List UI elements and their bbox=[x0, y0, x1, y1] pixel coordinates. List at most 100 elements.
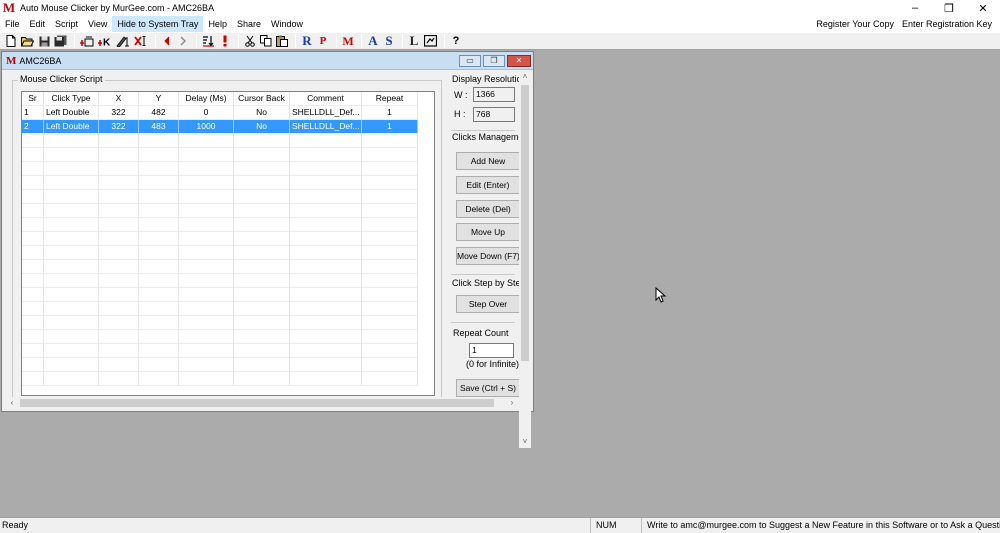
copy-icon[interactable] bbox=[259, 34, 273, 48]
alert-icon[interactable] bbox=[218, 34, 232, 48]
horizontal-scrollbar[interactable]: ‹ › bbox=[6, 397, 521, 409]
menu-enter-registration-key[interactable]: Enter Registration Key bbox=[898, 16, 996, 32]
menu-hide-to-system-tray[interactable]: Hide to System Tray bbox=[112, 16, 204, 32]
column-header-cursor-back[interactable]: Cursor Back bbox=[234, 92, 290, 106]
empty-cell bbox=[22, 232, 44, 246]
cell-comment: SHELLDLL_Def... bbox=[290, 120, 362, 134]
empty-cell bbox=[179, 288, 234, 302]
column-header-x[interactable]: X bbox=[99, 92, 139, 106]
menu-register-your-copy[interactable]: Register Your Copy bbox=[812, 16, 898, 32]
menu-help[interactable]: Help bbox=[203, 16, 232, 32]
add-new-button[interactable]: Add New bbox=[456, 152, 520, 170]
minimize-button[interactable]: – bbox=[898, 0, 932, 16]
empty-cell bbox=[22, 358, 44, 372]
child-restore-button[interactable]: ❐ bbox=[483, 55, 505, 67]
empty-cell bbox=[99, 288, 139, 302]
column-header-sr[interactable]: Sr bbox=[22, 92, 44, 106]
empty-cell bbox=[44, 190, 99, 204]
empty-cell bbox=[139, 176, 179, 190]
empty-table-row bbox=[22, 162, 434, 176]
empty-cell bbox=[99, 260, 139, 274]
scroll-left-icon[interactable]: ‹ bbox=[6, 397, 18, 409]
screen-icon[interactable] bbox=[423, 34, 438, 48]
a-icon[interactable]: A bbox=[366, 34, 380, 48]
empty-cell bbox=[22, 134, 44, 148]
empty-cell bbox=[99, 316, 139, 330]
l-icon[interactable]: L bbox=[407, 34, 421, 48]
empty-cell bbox=[234, 302, 290, 316]
paste-icon[interactable] bbox=[275, 34, 289, 48]
edit-button[interactable]: Edit (Enter) bbox=[456, 176, 520, 194]
empty-cell bbox=[99, 204, 139, 218]
menu-file[interactable]: File bbox=[0, 16, 25, 32]
delete-icon[interactable] bbox=[133, 34, 149, 48]
move-down-button[interactable]: Move Down (F7) bbox=[456, 247, 520, 265]
empty-cell bbox=[234, 316, 290, 330]
empty-cell bbox=[290, 330, 362, 344]
horizontal-scroll-thumb[interactable] bbox=[20, 399, 494, 407]
empty-cell bbox=[290, 232, 362, 246]
svg-text:K: K bbox=[103, 38, 111, 48]
move-up-button[interactable]: Move Up bbox=[456, 223, 520, 241]
empty-cell bbox=[290, 344, 362, 358]
vertical-scrollbar[interactable]: ˄ ˅ bbox=[519, 71, 531, 448]
repeat-count-field[interactable]: 1 bbox=[469, 343, 514, 358]
scroll-right-icon[interactable]: › bbox=[506, 397, 518, 409]
empty-cell bbox=[290, 134, 362, 148]
previous-icon[interactable] bbox=[160, 34, 174, 48]
new-file-icon[interactable] bbox=[4, 34, 18, 48]
p-icon[interactable]: P bbox=[316, 34, 330, 48]
empty-cell bbox=[139, 372, 179, 386]
m-icon[interactable]: M bbox=[341, 34, 355, 48]
empty-cell bbox=[139, 288, 179, 302]
empty-cell bbox=[234, 274, 290, 288]
empty-cell bbox=[362, 134, 418, 148]
sort-icon[interactable] bbox=[201, 34, 216, 48]
column-header-comment[interactable]: Comment bbox=[290, 92, 362, 106]
empty-cell bbox=[179, 358, 234, 372]
menu-edit[interactable]: Edit bbox=[25, 16, 51, 32]
width-field[interactable]: 1366 bbox=[473, 87, 515, 102]
s-icon[interactable]: S bbox=[382, 34, 396, 48]
menu-share[interactable]: Share bbox=[232, 16, 266, 32]
r-icon[interactable]: R bbox=[300, 34, 314, 48]
script-window: M AMC26BA ▭ ❐ ✕ Mouse Clicker Script Sr … bbox=[1, 51, 534, 448]
column-header-delay[interactable]: Delay (Ms) bbox=[179, 92, 234, 106]
child-minimize-button[interactable]: ▭ bbox=[459, 55, 481, 67]
empty-table-row bbox=[22, 302, 434, 316]
table-row-selected[interactable]: 2 Left Double 322 483 1000 No SHELLDLL_D… bbox=[22, 120, 434, 134]
menu-window[interactable]: Window bbox=[266, 16, 308, 32]
save-all-icon[interactable] bbox=[53, 34, 68, 48]
save-button[interactable]: Save (Ctrl + S) bbox=[456, 379, 520, 397]
empty-cell bbox=[179, 330, 234, 344]
menu-script[interactable]: Script bbox=[50, 16, 83, 32]
cut-icon[interactable] bbox=[243, 34, 257, 48]
height-field[interactable]: 768 bbox=[473, 107, 515, 122]
empty-cell bbox=[139, 162, 179, 176]
close-button[interactable]: ✕ bbox=[966, 0, 1000, 16]
add-key-icon[interactable]: K bbox=[97, 34, 113, 48]
empty-cell bbox=[99, 344, 139, 358]
column-header-y[interactable]: Y bbox=[139, 92, 179, 106]
script-table[interactable]: Sr Click Type X Y Delay (Ms) Cursor Back… bbox=[21, 91, 435, 396]
edit-icon[interactable] bbox=[115, 34, 131, 48]
column-header-repeat[interactable]: Repeat bbox=[362, 92, 418, 106]
save-icon[interactable] bbox=[37, 34, 51, 48]
step-over-button[interactable]: Step Over bbox=[456, 295, 520, 313]
menu-view[interactable]: View bbox=[83, 16, 112, 32]
delete-button[interactable]: Delete (Del) bbox=[456, 200, 520, 218]
next-icon[interactable] bbox=[176, 34, 190, 48]
restore-button[interactable]: ❐ bbox=[932, 0, 966, 16]
column-header-click-type[interactable]: Click Type bbox=[44, 92, 99, 106]
toolbar-separator bbox=[444, 34, 445, 48]
open-folder-icon[interactable] bbox=[20, 34, 35, 48]
scroll-down-icon[interactable]: ˅ bbox=[519, 436, 531, 448]
add-click-icon[interactable] bbox=[79, 34, 95, 48]
child-close-button[interactable]: ✕ bbox=[507, 55, 531, 67]
menu-bar: File Edit Script View Hide to System Tra… bbox=[0, 16, 1000, 32]
table-row[interactable]: 1 Left Double 322 482 0 No SHELLDLL_Def.… bbox=[22, 106, 434, 120]
scroll-up-icon[interactable]: ˄ bbox=[519, 71, 531, 83]
toolbar-separator bbox=[238, 34, 239, 48]
help-icon[interactable]: ? bbox=[449, 34, 463, 48]
vertical-scroll-thumb[interactable] bbox=[521, 85, 529, 361]
